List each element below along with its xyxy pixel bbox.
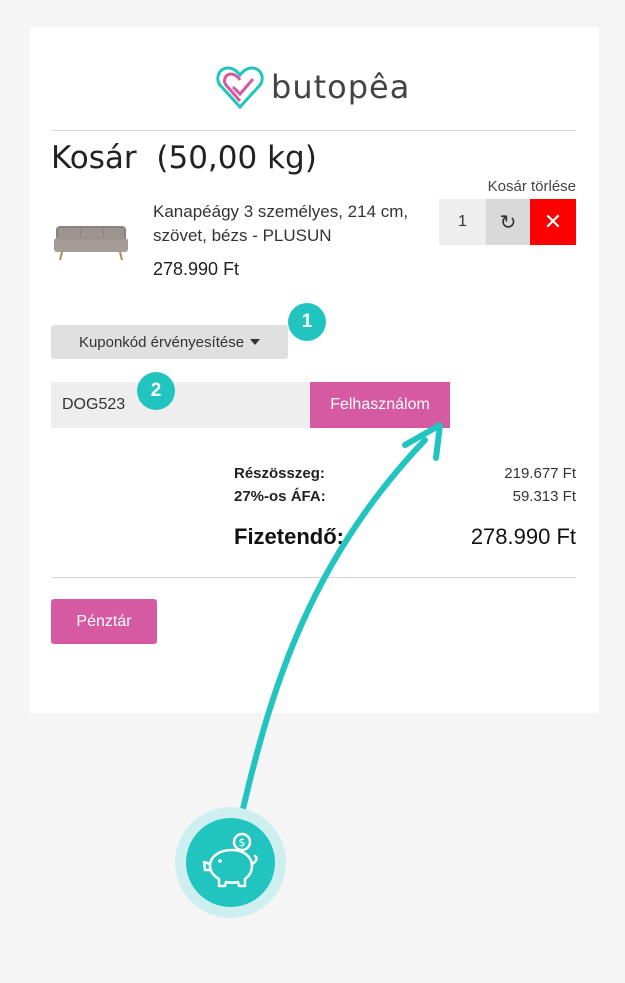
piggy-bank-badge: $ [186, 818, 275, 907]
checkout-button[interactable]: Pénztár [51, 599, 157, 644]
step-badge-1: 1 [288, 303, 326, 341]
coupon-form: DOG523 Felhasználom [51, 382, 450, 428]
refresh-icon: ↻ [499, 211, 517, 234]
close-icon: ✕ [543, 209, 563, 234]
total-value: 278.990 Ft [470, 524, 576, 549]
coupon-code-input[interactable]: DOG523 [51, 382, 310, 428]
cart-weight: (50,00 kg) [156, 140, 317, 176]
vat-value: 59.313 Ft [512, 488, 576, 505]
quantity-controls: 1 ↻ ✕ [439, 199, 576, 245]
caret-down-icon [250, 339, 261, 345]
coupon-apply-button[interactable]: Felhasználom [310, 382, 450, 428]
quantity-input[interactable]: 1 [439, 199, 486, 245]
step-badge-2: 2 [137, 372, 175, 410]
brand-name: butopêa [271, 68, 411, 106]
svg-text:$: $ [238, 836, 245, 849]
page-title: Kosár (50,00 kg) [51, 140, 317, 176]
total-label: Fizetendő: [234, 524, 344, 549]
coupon-toggle-label: Kuponkód érvényesítése [78, 333, 245, 351]
divider [51, 577, 576, 578]
heart-logo-icon [216, 66, 264, 110]
subtotal-value: 219.677 Ft [504, 465, 576, 482]
subtotal-label: Részösszeg: [234, 465, 325, 482]
divider [51, 130, 576, 131]
product-image[interactable] [50, 208, 132, 268]
product-price: 278.990 Ft [153, 259, 240, 279]
coupon-toggle-button[interactable]: Kuponkód érvényesítése [51, 325, 288, 359]
product-name[interactable]: Kanapéágy 3 személyes, 214 cm, szövet, b… [153, 200, 418, 248]
vat-label: 27%-os ÁFA: [234, 488, 326, 505]
piggy-bank-coin-icon: $ [202, 832, 258, 887]
brand-logo[interactable]: butopêa [215, 63, 410, 111]
clear-cart-link[interactable]: Kosár törlése [488, 178, 576, 195]
remove-item-button[interactable]: ✕ [530, 199, 576, 245]
refresh-button[interactable]: ↻ [486, 199, 530, 245]
cart-title: Kosár [51, 140, 137, 176]
